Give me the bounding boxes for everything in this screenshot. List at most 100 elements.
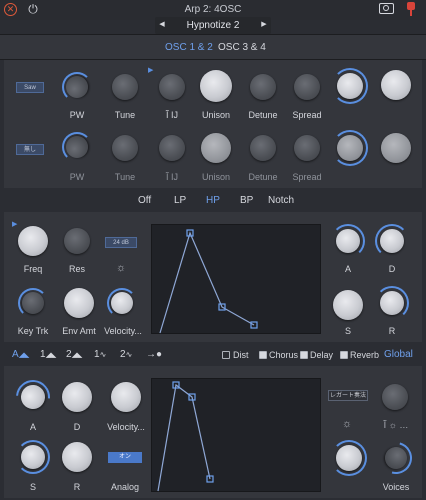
amp-sun-icon[interactable]: ☼ [340,418,354,430]
osc2-pw-knob[interactable] [62,132,92,162]
osc1-arrow-icon: ▶ [148,67,154,74]
osc2-level-knob[interactable] [332,130,368,166]
osc2-detune-knob[interactable] [250,135,276,161]
osc1-level-knob[interactable] [332,68,368,104]
amp-a-knob[interactable] [9,373,57,421]
amp-envelope-curve [157,381,214,492]
osc-tab-bar: OSC 1 & 2 OSC 3 & 4 [0,34,426,60]
filter-type-notch[interactable]: Notch [268,195,294,206]
filter-envamt-knob[interactable] [64,288,94,318]
amp-panel: A D Velocity... S R オン Analog レガート奏法 ☼ Ĩ… [4,366,422,498]
env-shape-icon: ◢◣ [45,352,57,359]
amp-d-label: D [73,422,81,432]
filter-type-lp[interactable]: LP [174,195,186,206]
amp-glide-knob[interactable] [382,384,408,410]
filter-env-r-label: R [388,326,396,336]
filter-env-a-label: A [344,264,351,274]
analog-toggle[interactable]: オン [108,452,142,463]
mod-tab-arp[interactable]: →● [146,349,162,360]
arp-arrow-icon: →● [146,349,163,360]
filter-sun-icon[interactable]: ☼ [114,262,128,274]
osc2-tune-knob[interactable] [112,135,138,161]
filter-env-d-knob[interactable] [375,224,409,258]
osc1-pw-label: PW [69,110,85,120]
reverb-checkbox[interactable] [340,351,348,359]
mod-tab-env1[interactable]: 1◢◣ [40,349,56,360]
power-icon[interactable]: ⏻ [26,2,40,16]
osc1-detune-knob[interactable] [250,74,276,100]
amp-a-label: A [29,422,36,432]
filter-type-bar: Off LP HP BP Notch [0,190,426,212]
amp-r-knob[interactable] [62,442,92,472]
filter-type-bp[interactable]: BP [240,195,253,206]
filter-keytrk-knob[interactable] [18,288,48,318]
dist-label: Dist [233,350,249,360]
filter-env-a-knob[interactable] [331,224,365,258]
filter-keytrk-label: Key Trk [17,326,49,336]
amp-s-knob[interactable] [16,440,50,474]
mod-tab-lfo1[interactable]: 1∿ [94,349,106,360]
osc2-wave-select[interactable]: 無し [16,144,44,155]
filter-env-r-knob[interactable] [375,286,409,320]
delay-checkbox[interactable] [300,351,308,359]
amp-s-label: S [29,482,36,492]
mod-tab-lfo2[interactable]: 2∿ [120,349,132,360]
osc1-wave-select[interactable]: Saw [16,82,44,93]
osc2-pan-knob[interactable] [381,133,411,163]
filter-env-d-label: D [388,264,396,274]
lfo-wave-icon: ∿ [99,350,107,359]
osc2-unison-label: Unison [201,172,230,182]
filter-res-knob[interactable] [64,228,90,254]
osc2-pitch-icon: Ĩ IJ [165,172,178,182]
prev-preset-arrow[interactable]: ◀ [157,20,167,28]
osc2-semitone-knob[interactable] [159,135,185,161]
filter-res-label: Res [68,264,85,274]
osc1-unison-knob[interactable] [200,70,232,102]
osc1-pan-knob[interactable] [381,70,411,100]
osc1-semitone-knob[interactable] [159,74,185,100]
close-icon[interactable]: ✕ [4,3,17,16]
camera-icon[interactable] [379,3,394,14]
legato-toggle[interactable]: レガート奏法 [328,390,368,401]
mod-tab-env2[interactable]: 2◢◣ [66,349,82,360]
mod-tab-amp-label: A [12,349,19,360]
pin-icon[interactable] [406,2,416,17]
filter-freq-knob[interactable] [18,226,48,256]
preset-name: Hypnotize 2 [186,20,240,31]
mod-tab-amp[interactable]: A◢◣ [12,349,29,360]
delay-label: Delay [310,350,334,360]
osc2-detune-label: Detune [248,172,278,182]
osc1-spread-knob[interactable] [294,74,320,100]
tab-osc-1-2[interactable]: OSC 1 & 2 [165,42,213,53]
amp-volume-knob[interactable] [331,440,367,476]
osc-panel: Saw PW Tune ▶ Ĩ IJ Unison Detune Spread … [4,60,422,188]
tab-osc-3-4[interactable]: OSC 3 & 4 [218,42,266,53]
filter-velocity-knob[interactable] [107,288,137,318]
reverb-label: Reverb [350,350,380,360]
filter-panel: ▶ Freq Res 24 dB ☼ Key Trk Env Amt Veloc… [4,212,422,342]
osc2-unison-knob[interactable] [201,133,231,163]
osc1-detune-label: Detune [248,110,278,120]
filter-envelope-graph[interactable] [151,224,321,334]
osc2-spread-knob[interactable] [294,135,320,161]
osc1-tune-knob[interactable] [112,74,138,100]
filter-env-s-knob[interactable] [333,290,363,320]
filter-type-off[interactable]: Off [138,195,151,206]
amp-voices-knob[interactable] [374,436,418,480]
filter-type-hp[interactable]: HP [206,195,220,206]
preset-selector[interactable]: ◀ Hypnotize 2 ▶ [155,17,271,34]
dist-checkbox[interactable] [222,351,230,359]
window-title: Arp 2: 4OSC [184,4,242,15]
next-preset-arrow[interactable]: ▶ [259,20,269,28]
analog-label: Analog [110,482,140,492]
amp-d-knob[interactable] [62,382,92,412]
chorus-checkbox[interactable] [259,351,267,359]
osc2-tune-label: Tune [114,172,136,182]
filter-envamt-label: Env Amt [62,326,96,336]
amp-envelope-graph[interactable] [151,378,321,492]
osc1-pw-knob[interactable] [62,72,92,102]
amp-velocity-knob[interactable] [111,382,141,412]
filter-slope-select[interactable]: 24 dB [105,237,137,248]
global-tab[interactable]: Global [384,349,413,360]
osc2-spread-label: Spread [292,172,322,182]
